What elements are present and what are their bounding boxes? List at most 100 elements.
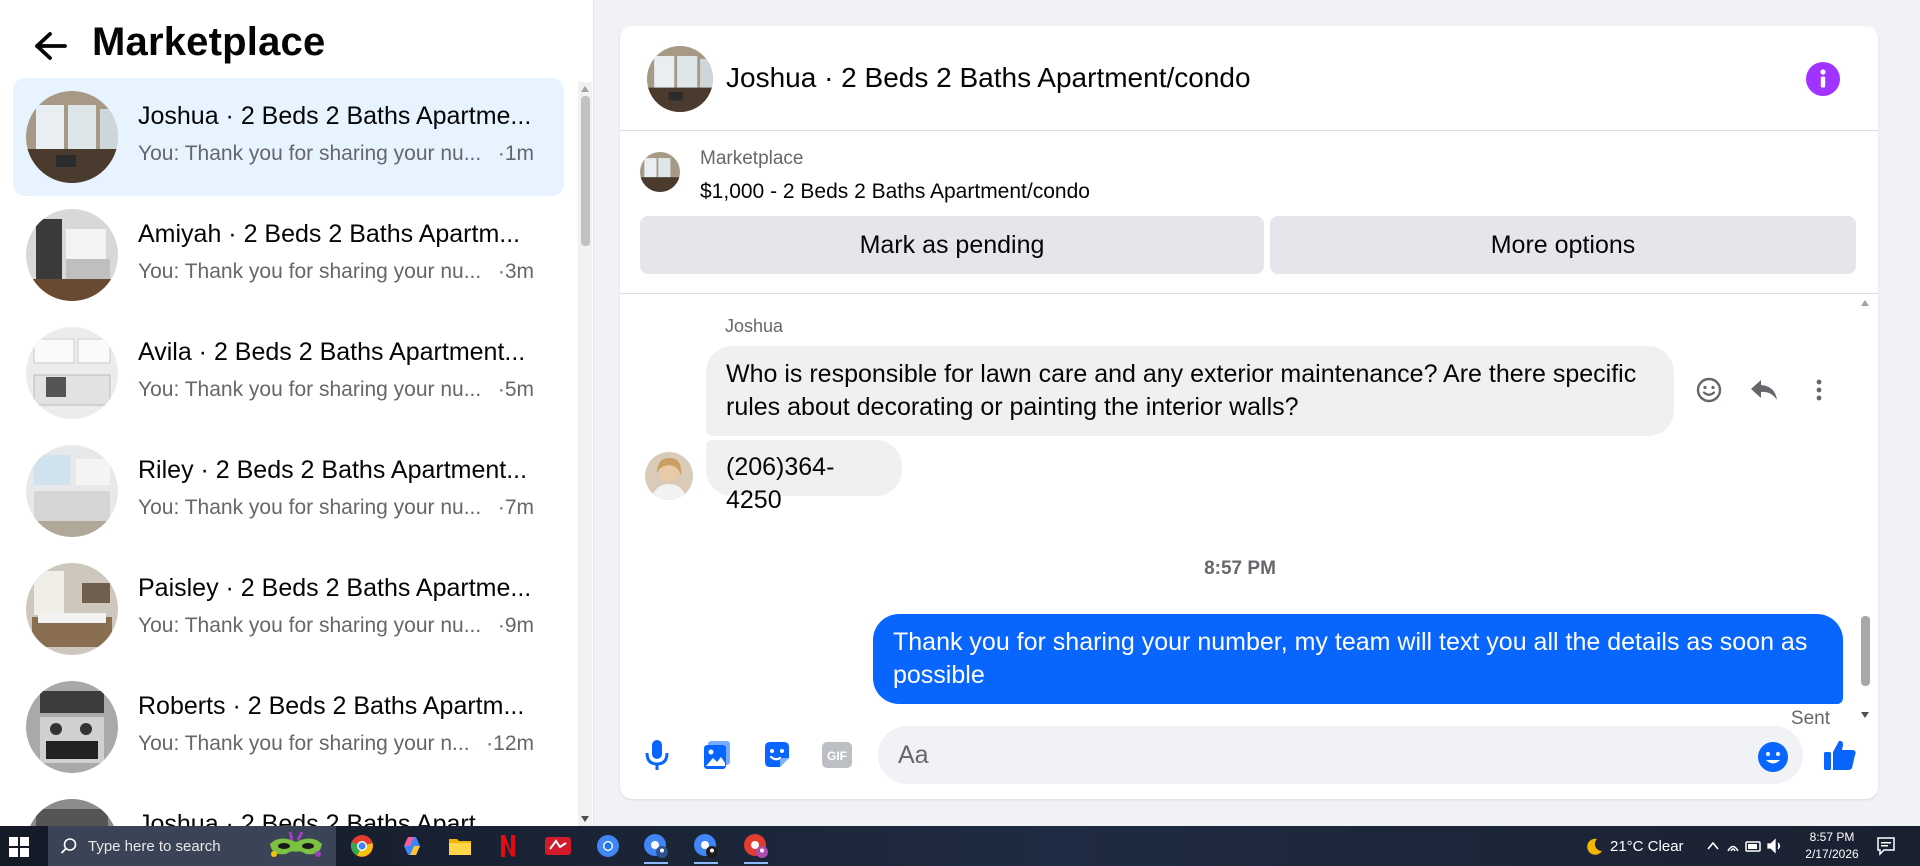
- taskbar-search[interactable]: Type here to search: [48, 826, 336, 866]
- conversation-preview: You: Thank you for sharing your nu...: [138, 260, 482, 283]
- taskbar-chrome-profile-2[interactable]: [636, 828, 676, 864]
- conversation-name: Riley · 2 Beds 2 Baths Apartment...: [138, 456, 528, 484]
- conversation-item[interactable]: Avila · 2 Beds 2 Baths Apartment... You:…: [13, 314, 564, 432]
- listing-thumbnail: [26, 799, 118, 826]
- conversation-item[interactable]: Joshua · 2 Beds 2 Baths Apart...: [13, 786, 564, 826]
- chrome-profile-icon: [744, 834, 768, 858]
- taskbar-netflix[interactable]: [488, 828, 528, 864]
- reply-button[interactable]: [1749, 375, 1779, 410]
- listing-thumbnail: [26, 209, 118, 301]
- scroll-down-arrow[interactable]: [581, 816, 589, 822]
- conversation-preview: You: Thank you for sharing your nu...: [138, 614, 482, 637]
- sidebar-scrollbar[interactable]: [578, 82, 592, 826]
- info-button[interactable]: [1806, 62, 1840, 96]
- taskbar-copilot[interactable]: [392, 828, 432, 864]
- listing-card: Marketplace $1,000 - 2 Beds 2 Baths Apar…: [620, 132, 1878, 294]
- conversation-item[interactable]: Paisley · 2 Beds 2 Baths Apartme... You:…: [13, 550, 564, 668]
- chat-panel: Joshua · 2 Beds 2 Baths Apartment/condo …: [620, 26, 1878, 799]
- notification-button[interactable]: [1876, 836, 1898, 856]
- message-actions: [1694, 374, 1834, 410]
- chrome-icon: [350, 835, 373, 857]
- microphone-icon: [645, 740, 669, 770]
- incoming-message[interactable]: (206)364-4250: [706, 440, 902, 514]
- sidebar-header: Marketplace: [0, 0, 594, 80]
- mark-as-pending-button[interactable]: Mark as pending: [640, 216, 1264, 274]
- chrome-icon: [597, 835, 619, 857]
- conversation-item[interactable]: Roberts · 2 Beds 2 Baths Apartm... You: …: [13, 668, 564, 786]
- listing-thumbnail[interactable]: [640, 152, 680, 192]
- conversation-name: Joshua · 2 Beds 2 Baths Apartme...: [138, 102, 532, 130]
- weather-text: 21°C Clear: [1610, 837, 1684, 855]
- conversation-name: Roberts · 2 Beds 2 Baths Apartm...: [138, 692, 525, 720]
- chat-title[interactable]: Joshua · 2 Beds 2 Baths Apartment/condo: [726, 62, 1251, 94]
- listing-price-title[interactable]: $1,000 - 2 Beds 2 Baths Apartment/condo: [700, 180, 1090, 204]
- message-timestamp: 8:57 PM: [1204, 558, 1276, 579]
- sticker-icon: [765, 742, 789, 767]
- conversation-time: ·9m: [497, 614, 534, 637]
- taskbar-chrome[interactable]: [342, 828, 382, 864]
- taskbar-chrome-profile-3[interactable]: [686, 828, 726, 864]
- netflix-icon: [501, 835, 515, 857]
- conversation-time: ·3m: [497, 260, 534, 283]
- taskbar-chrome-profile-1[interactable]: [588, 828, 628, 864]
- more-vertical-icon: [1816, 379, 1822, 400]
- more-options-button[interactable]: More options: [1270, 216, 1856, 274]
- weather-widget[interactable]: 21°C Clear: [1584, 837, 1684, 857]
- arrow-left-icon: [35, 32, 67, 60]
- conversation-item[interactable]: Riley · 2 Beds 2 Baths Apartment... You:…: [13, 432, 564, 550]
- conversation-time: ·1m: [497, 142, 534, 165]
- react-button[interactable]: [1694, 375, 1724, 410]
- conversation-name: Avila · 2 Beds 2 Baths Apartment...: [138, 338, 526, 366]
- taskbar-chrome-profile-4[interactable]: [736, 828, 776, 864]
- conversation-list: Joshua · 2 Beds 2 Baths Apartme... You: …: [0, 78, 594, 826]
- conversation-preview: You: Thank you for sharing your nu...: [138, 496, 482, 519]
- conversation-item[interactable]: Amiyah · 2 Beds 2 Baths Apartm... You: T…: [13, 196, 564, 314]
- like-button[interactable]: [1821, 736, 1859, 774]
- conversation-time: ·7m: [497, 496, 534, 519]
- voice-clip-button[interactable]: [638, 736, 676, 774]
- scroll-down-arrow[interactable]: [1861, 712, 1869, 718]
- listing-source: Marketplace: [700, 148, 804, 169]
- conversation-preview: You: Thank you for sharing your nu...: [138, 142, 482, 165]
- sender-avatar[interactable]: [645, 452, 693, 500]
- scrollbar-thumb[interactable]: [1861, 616, 1870, 686]
- taskbar-file-explorer[interactable]: [440, 828, 480, 864]
- folder-icon: [449, 839, 471, 855]
- volume-icon[interactable]: [1767, 838, 1781, 854]
- chat-listing-avatar[interactable]: [647, 46, 713, 112]
- incoming-message[interactable]: Who is responsible for lawn care and any…: [706, 346, 1674, 436]
- conversation-time: ·12m: [486, 732, 534, 755]
- chat-scrollbar[interactable]: [1858, 296, 1872, 722]
- conversation-preview: You: Thank you for sharing your nu...: [138, 378, 482, 401]
- windows-icon: [9, 837, 29, 857]
- media-app-icon: [545, 837, 571, 855]
- gif-icon: GIF: [822, 742, 852, 768]
- conversation-item[interactable]: Joshua · 2 Beds 2 Baths Apartme... You: …: [13, 78, 564, 196]
- svg-text:GIF: GIF: [827, 749, 847, 763]
- taskbar-app-red[interactable]: [538, 828, 578, 864]
- chevron-up-icon[interactable]: [1707, 841, 1719, 850]
- gif-button[interactable]: GIF: [818, 736, 856, 774]
- scroll-up-arrow[interactable]: [1861, 300, 1869, 306]
- sticker-button[interactable]: [758, 736, 796, 774]
- attach-media-button[interactable]: [698, 736, 736, 774]
- conversation-name: Paisley · 2 Beds 2 Baths Apartme...: [138, 574, 532, 602]
- back-button[interactable]: [30, 26, 72, 66]
- scrollbar-thumb[interactable]: [581, 96, 590, 246]
- outgoing-message[interactable]: Thank you for sharing your number, my te…: [873, 614, 1843, 704]
- conversation-sidebar: Marketplace Joshua · 2 Beds 2 Baths Apar…: [0, 0, 594, 826]
- more-button[interactable]: [1804, 375, 1834, 410]
- start-button[interactable]: [8, 836, 30, 858]
- clock-time: 8:57 PM: [1809, 830, 1855, 844]
- emoji-button[interactable]: [1754, 738, 1792, 776]
- scroll-up-arrow[interactable]: [581, 86, 589, 92]
- moon-icon: [1587, 838, 1602, 855]
- chrome-profile-icon: [694, 834, 718, 858]
- conversation-name: Joshua · 2 Beds 2 Baths Apart...: [138, 810, 497, 826]
- reply-icon: [1751, 379, 1777, 400]
- network-icon[interactable]: [1727, 845, 1739, 852]
- conversation-time: ·5m: [497, 378, 534, 401]
- taskbar-clock[interactable]: 8:57 PM 2/17/2026: [1800, 829, 1864, 863]
- clock-date: 2/17/2026: [1805, 847, 1859, 861]
- message-input[interactable]: [878, 726, 1803, 784]
